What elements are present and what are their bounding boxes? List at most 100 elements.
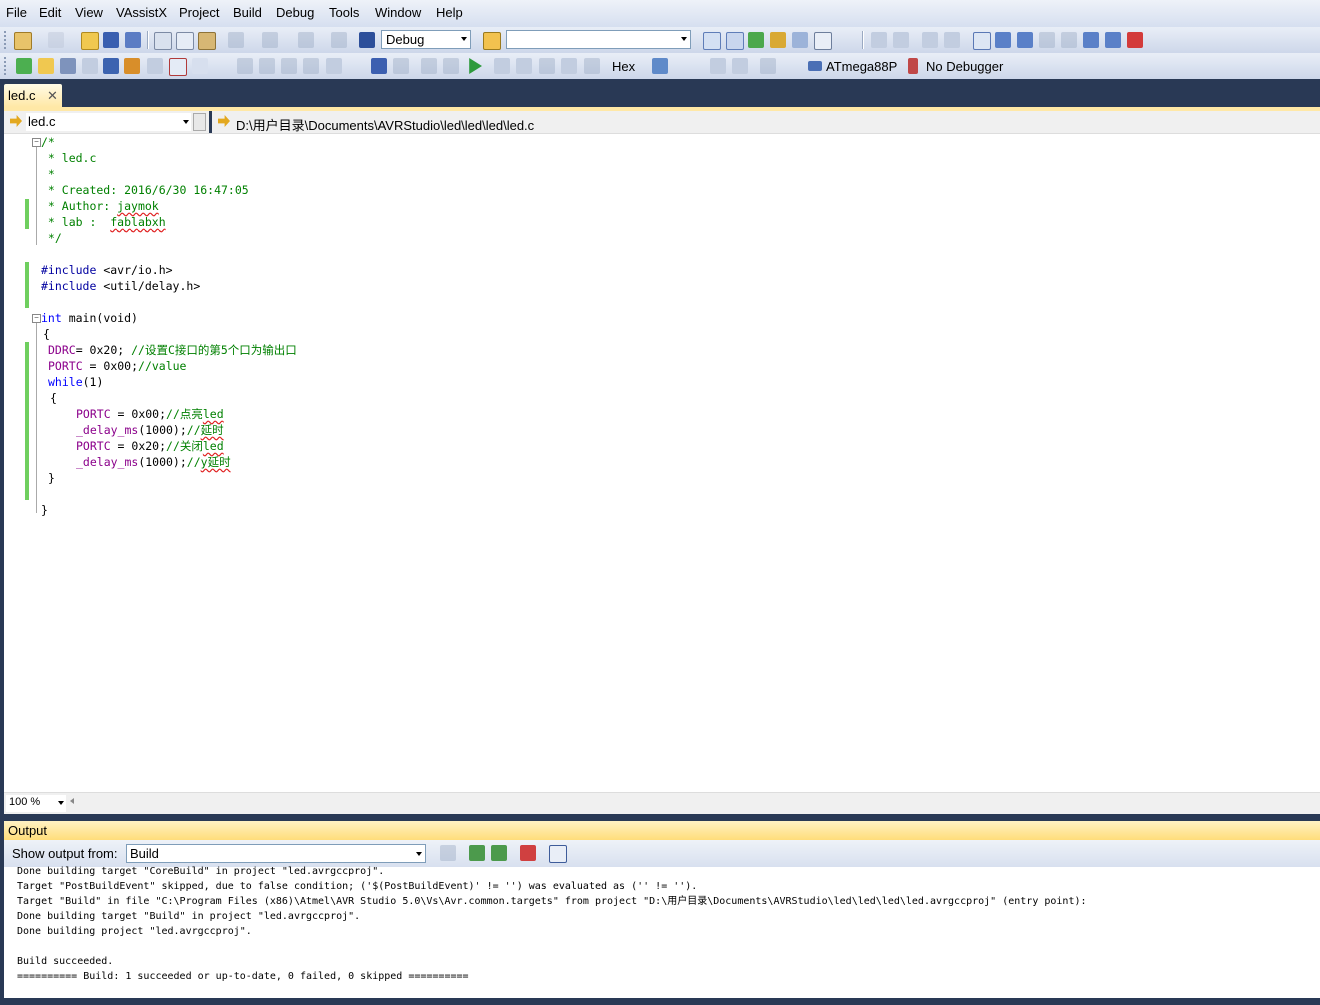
find-in-files-icon[interactable] <box>483 32 501 50</box>
menu-project[interactable]: Project <box>179 5 219 20</box>
code-line: PORTC = 0x00;//点亮led <box>76 407 224 421</box>
toolbox-icon[interactable] <box>770 32 786 48</box>
next-bookmark-icon[interactable] <box>1017 32 1033 48</box>
menu-file[interactable]: File <box>6 5 27 20</box>
next-bookmark-folder-icon[interactable] <box>1061 32 1077 48</box>
breakpoints-icon[interactable] <box>652 58 668 74</box>
solution-config-combo[interactable]: Debug <box>381 30 471 49</box>
processor-view-icon[interactable] <box>326 58 342 74</box>
output-line: Target "Build" in file "C:\Program Files… <box>17 896 1087 907</box>
undo-icon[interactable] <box>228 32 244 48</box>
reset-icon[interactable] <box>584 58 600 74</box>
open-file-icon[interactable] <box>38 58 54 74</box>
run-to-cursor-icon[interactable] <box>561 58 577 74</box>
build-solution-icon[interactable] <box>16 58 32 74</box>
start-debugging-icon[interactable] <box>359 32 375 48</box>
prev-bookmark-folder-icon[interactable] <box>1039 32 1055 48</box>
zoom-value: 100 % <box>9 796 41 808</box>
uncomment-lines-icon[interactable] <box>944 32 960 48</box>
save-all-icon[interactable] <box>125 32 141 48</box>
previous-bookmark-icon[interactable] <box>995 32 1011 48</box>
add-item-icon[interactable] <box>48 32 64 48</box>
decrease-indent-icon[interactable] <box>871 32 887 48</box>
close-icon[interactable]: ✕ <box>47 88 58 104</box>
step-out-icon[interactable] <box>539 58 555 74</box>
object-browser-icon[interactable] <box>748 32 764 48</box>
locals-icon[interactable] <box>732 58 748 74</box>
run-icon[interactable] <box>469 58 482 74</box>
step-into-icon[interactable] <box>421 58 437 74</box>
collapse-icon[interactable]: − <box>32 138 41 147</box>
next-bookmark-doc-icon[interactable] <box>1105 32 1121 48</box>
find-symbol-icon[interactable] <box>103 58 119 74</box>
output-text-area[interactable]: Done building target "CoreBuild" in proj… <box>4 866 1320 998</box>
code-line: while(1) <box>48 375 104 389</box>
go-to-next-message-icon[interactable] <box>491 845 507 861</box>
stop-debugging-icon[interactable] <box>393 58 409 74</box>
toggle-word-wrap-icon[interactable] <box>549 845 567 863</box>
menu-window[interactable]: Window <box>375 5 421 20</box>
zoom-combo[interactable]: 100 % <box>6 795 66 812</box>
menu-help[interactable]: Help <box>436 5 463 20</box>
redo-icon[interactable] <box>262 32 278 48</box>
extension-manager-icon[interactable] <box>792 32 808 48</box>
clear-all-icon[interactable] <box>520 845 536 861</box>
memory-icon[interactable] <box>281 58 297 74</box>
hex-toggle[interactable]: Hex <box>612 59 635 74</box>
bookmark-icon[interactable] <box>973 32 991 50</box>
save-icon[interactable] <box>103 32 119 48</box>
code-editor[interactable]: − − /* * led.c * * Created: 2016/6/30 16… <box>4 134 1320 792</box>
pause-icon[interactable] <box>443 58 459 74</box>
scroll-left-icon[interactable] <box>70 798 74 804</box>
menu-edit[interactable]: Edit <box>39 5 61 20</box>
output-panel-title[interactable]: Output <box>4 821 1320 840</box>
clear-bookmarks-icon[interactable] <box>1127 32 1143 48</box>
io-view-icon[interactable] <box>303 58 319 74</box>
find-combo[interactable] <box>506 30 691 49</box>
file-combo[interactable]: led.c <box>26 113 191 131</box>
go-to-previous-message-icon[interactable] <box>469 845 485 861</box>
menu-view[interactable]: View <box>75 5 103 20</box>
show-next-statement-icon[interactable] <box>494 58 510 74</box>
prev-bookmark-doc-icon[interactable] <box>1083 32 1099 48</box>
menu-build[interactable]: Build <box>233 5 262 20</box>
toolbar-grip[interactable] <box>4 31 9 49</box>
collapse-icon[interactable]: − <box>32 314 41 323</box>
start-without-debug-icon[interactable] <box>371 58 387 74</box>
brace-match-icon[interactable] <box>147 58 163 74</box>
watch-icon[interactable] <box>710 58 726 74</box>
cut-icon[interactable] <box>154 32 172 50</box>
menu-debug[interactable]: Debug <box>276 5 314 20</box>
toolbar-grip[interactable] <box>4 57 9 75</box>
split-spinner[interactable] <box>193 113 206 131</box>
navigate-back-icon[interactable] <box>298 32 314 48</box>
copy-icon[interactable] <box>176 32 194 50</box>
start-page-icon[interactable] <box>814 32 832 50</box>
programmer-icon[interactable] <box>60 58 76 74</box>
arrow-right-icon <box>10 115 22 127</box>
device-icon[interactable] <box>82 58 98 74</box>
goto-icon[interactable] <box>124 58 140 74</box>
new-project-icon[interactable] <box>14 32 32 50</box>
registers-icon[interactable] <box>259 58 275 74</box>
output-source-combo[interactable]: Build <box>126 844 426 863</box>
menu-vassistx[interactable]: VAssistX <box>116 5 167 20</box>
device-selector[interactable]: ATmega88P <box>826 59 897 74</box>
va-options-icon[interactable] <box>192 58 208 74</box>
solution-explorer-icon[interactable] <box>703 32 721 50</box>
step-over-icon[interactable] <box>516 58 532 74</box>
menu-tools[interactable]: Tools <box>329 5 359 20</box>
splitter[interactable] <box>209 111 212 133</box>
find-message-in-code-icon[interactable] <box>440 845 456 861</box>
open-folder-icon[interactable] <box>81 32 99 50</box>
paste-icon[interactable] <box>198 32 216 50</box>
tab-led-c[interactable]: led.c ✕ <box>4 84 62 107</box>
debugger-selector[interactable]: No Debugger <box>926 59 1003 74</box>
comment-lines-icon[interactable] <box>922 32 938 48</box>
disassembly-icon[interactable] <box>237 58 253 74</box>
navigate-forward-icon[interactable] <box>331 32 347 48</box>
call-stack-icon[interactable] <box>760 58 776 74</box>
spell-check-icon[interactable] <box>169 58 187 76</box>
properties-icon[interactable] <box>726 32 744 50</box>
increase-indent-icon[interactable] <box>893 32 909 48</box>
